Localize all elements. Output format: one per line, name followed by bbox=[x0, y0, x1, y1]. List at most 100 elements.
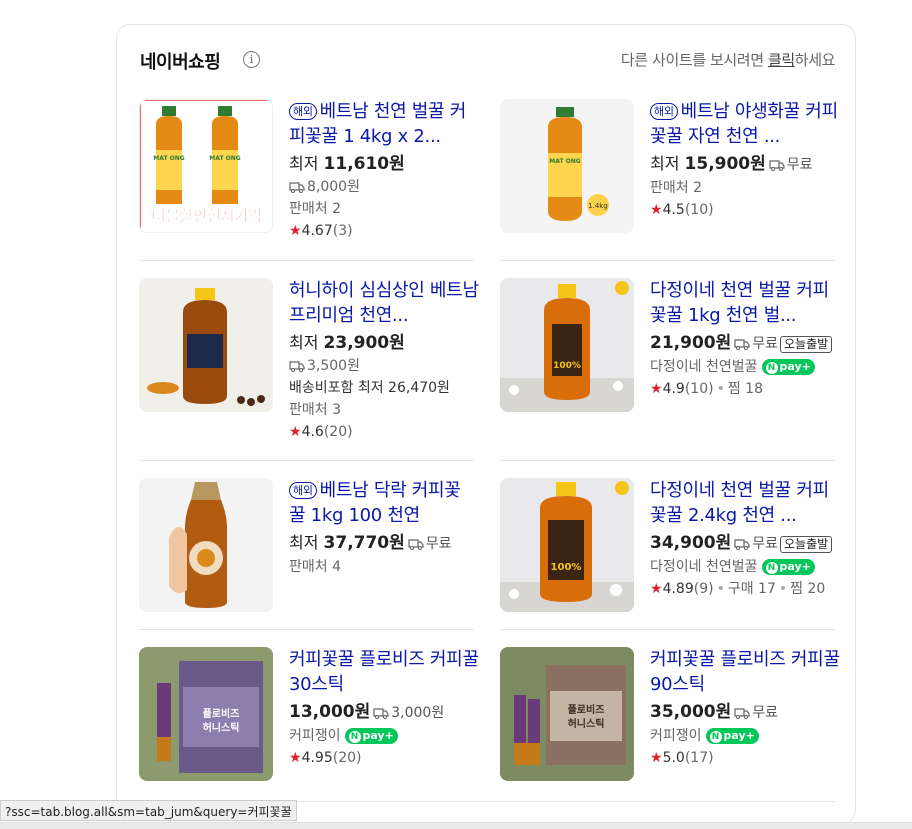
product-item[interactable]: MAT ONG MAT ONG 더블할인현지가격 해외 베트남 천연 벌꿀 커피꽃… bbox=[139, 99, 477, 249]
same-day-shipping-tag: 오늘출발 bbox=[780, 536, 833, 553]
info-icon[interactable]: i bbox=[243, 51, 260, 68]
product-thumbnail[interactable] bbox=[139, 278, 273, 412]
product-title-link[interactable]: 허니하이 심심상인 베트남 프리미엄 천연... bbox=[289, 278, 479, 328]
row-divider bbox=[500, 260, 835, 261]
price-prefix: 최저 bbox=[289, 333, 324, 352]
npay-n-icon: N bbox=[348, 731, 361, 743]
shipping-fee: 무료 bbox=[786, 157, 813, 173]
review-count[interactable]: (20) bbox=[333, 750, 362, 766]
review-count[interactable]: (9) bbox=[694, 581, 714, 597]
section-title: 네이버쇼핑 bbox=[140, 52, 221, 73]
price-value: 23,900원 bbox=[323, 333, 405, 353]
shipping-fee: 3,500원 bbox=[307, 358, 360, 374]
shipping-fee: 무료 bbox=[425, 536, 452, 552]
shipping-fee: 무료 bbox=[752, 536, 779, 552]
row-divider bbox=[500, 629, 835, 630]
seller-name[interactable]: 커피쟁이 bbox=[650, 728, 702, 744]
wish-count: 찜 20 bbox=[790, 581, 826, 597]
price-row: 34,900원 무료 오늘출발 bbox=[650, 531, 840, 556]
row-divider bbox=[139, 260, 474, 261]
seller-name[interactable]: 다정이네 천연벌꿀 bbox=[650, 559, 758, 575]
horizontal-scrollbar[interactable] bbox=[0, 822, 912, 829]
shipping-fee: 무료 bbox=[752, 705, 779, 721]
honey-stick-box-image: 플로비즈 허니스틱 bbox=[139, 647, 273, 781]
rating-value: 4.9 bbox=[662, 381, 685, 397]
honey-bottle-hand-image bbox=[139, 478, 273, 612]
npay-n-icon: N bbox=[765, 562, 778, 574]
shipping-included-price: 배송비포함 최저 26,470원 bbox=[289, 380, 450, 396]
product-thumbnail[interactable]: 100% bbox=[500, 278, 634, 412]
price-value: 35,000원 bbox=[650, 702, 732, 722]
review-count[interactable]: (10) bbox=[685, 202, 714, 218]
sellers-count[interactable]: 판매처 2 bbox=[650, 177, 840, 199]
sellers-count[interactable]: 판매처 2 bbox=[289, 198, 479, 220]
star-icon: ★ bbox=[289, 750, 302, 766]
product-thumbnail[interactable] bbox=[139, 478, 273, 612]
price-row: 최저 37,770원 무료 bbox=[289, 531, 479, 556]
naver-shopping-card: 네이버쇼핑 i 다른 사이트를 보시려면 클릭하세요 MAT ONG MAT O… bbox=[116, 24, 856, 824]
product-title[interactable]: 베트남 야생화꿀 커피꽃꿀 자연 천연 ... bbox=[650, 101, 838, 147]
rating-row: ★4.6(20) bbox=[289, 421, 479, 443]
honey-bottle-image: MAT ONG 1.4kg bbox=[500, 99, 634, 233]
row-divider bbox=[139, 460, 474, 461]
rating-row: ★4.89(9) • 구매 17 • 찜 20 bbox=[650, 581, 826, 597]
product-thumbnail[interactable]: MAT ONG 1.4kg bbox=[500, 99, 634, 233]
honey-bottle-image: 100% bbox=[500, 478, 634, 612]
review-count[interactable]: (10) bbox=[685, 381, 714, 397]
sellers-count[interactable]: 판매처 3 bbox=[289, 399, 479, 421]
svg-text:MAT ONG: MAT ONG bbox=[549, 158, 580, 165]
product-thumbnail[interactable]: 플로비즈 허니스틱 bbox=[139, 647, 273, 781]
row-divider bbox=[500, 460, 835, 461]
product-item[interactable]: 해외 베트남 닥락 커피꽃 꿀 1kg 100 천연 최저 37,770원 무료 판… bbox=[139, 478, 477, 628]
product-thumbnail[interactable]: MAT ONG MAT ONG 더블할인현지가격 bbox=[139, 99, 273, 233]
notice-click-link[interactable]: 클릭 bbox=[768, 51, 795, 69]
product-title-link[interactable]: 해외 베트남 야생화꿀 커피꽃꿀 자연 천연 ... bbox=[650, 99, 840, 149]
product-title-link[interactable]: 커피꽃꿀 플로비즈 커피꿀 90스틱 bbox=[650, 647, 840, 697]
svg-text:MAT ONG: MAT ONG bbox=[209, 155, 240, 162]
star-icon: ★ bbox=[289, 223, 302, 239]
seller-name[interactable]: 커피쟁이 bbox=[289, 728, 341, 744]
rating-row: ★5.0(17) bbox=[650, 747, 840, 769]
truck-icon bbox=[734, 539, 750, 550]
product-item[interactable]: 허니하이 심심상인 베트남 프리미엄 천연... 최저 23,900원 3,50… bbox=[139, 278, 479, 440]
price-value: 13,000원 bbox=[289, 702, 371, 722]
truck-icon bbox=[734, 339, 750, 350]
product-item[interactable]: MAT ONG 1.4kg 해외 베트남 야생화꿀 커피꽃꿀 자연 천연 ... … bbox=[500, 99, 838, 249]
seller-name[interactable]: 다정이네 천연벌꿀 bbox=[650, 359, 758, 375]
honey-stick-box-image: 플로비즈 허니스틱 bbox=[500, 647, 634, 781]
star-icon: ★ bbox=[650, 381, 663, 397]
sellers-count[interactable]: 판매처 4 bbox=[289, 556, 479, 578]
rating-value: 4.6 bbox=[301, 424, 324, 440]
notice-prefix: 다른 사이트를 보시려면 bbox=[620, 51, 768, 69]
star-icon: ★ bbox=[650, 581, 663, 597]
product-title-link[interactable]: 다정이네 천연 벌꿀 커피꽃꿀 2.4kg 천연 ... bbox=[650, 478, 840, 528]
product-item[interactable]: 플로비즈 허니스틱 커피꽃꿀 플로비즈 커피꿀 30스틱 13,000원 3,00… bbox=[139, 647, 479, 797]
seller-row: 커피쟁이 Npay+ bbox=[289, 725, 479, 747]
review-count[interactable]: (3) bbox=[333, 223, 353, 239]
browser-status-url: ?ssc=tab.blog.all&sm=tab_jum&query=커피꽃꿀 bbox=[0, 800, 297, 821]
product-title-link[interactable]: 해외 베트남 닥락 커피꽃 꿀 1kg 100 천연 bbox=[289, 478, 479, 528]
product-title-link[interactable]: 다정이네 천연 벌꿀 커피꽃꿀 1kg 천연 벌... bbox=[650, 278, 840, 328]
product-thumbnail[interactable]: 플로비즈 허니스틱 bbox=[500, 647, 634, 781]
price-row: 최저 15,900원 무료 bbox=[650, 152, 840, 177]
product-item[interactable]: 플로비즈 허니스틱 커피꽃꿀 플로비즈 커피꿀 90스틱 35,000원 무료 커… bbox=[500, 647, 840, 797]
price-value: 21,900원 bbox=[650, 333, 732, 353]
rating-value: 4.95 bbox=[301, 750, 333, 766]
honey-bottle-pair-image: MAT ONG MAT ONG 더블할인현지가격 bbox=[140, 100, 272, 232]
product-item[interactable]: 100% 다정이네 천연 벌꿀 커피꽃꿀 1kg 천연 벌... 21,900원… bbox=[500, 278, 838, 428]
svg-text:허니스틱: 허니스틱 bbox=[203, 721, 240, 734]
truck-icon bbox=[289, 361, 305, 372]
product-thumbnail[interactable]: 100% bbox=[500, 478, 634, 612]
star-icon: ★ bbox=[650, 750, 663, 766]
shipping-fee: 8,000원 bbox=[307, 179, 360, 195]
product-title-link[interactable]: 커피꽃꿀 플로비즈 커피꿀 30스틱 bbox=[289, 647, 479, 697]
product-item[interactable]: 100% 다정이네 천연 벌꿀 커피꽃꿀 2.4kg 천연 ... 34,900… bbox=[500, 478, 838, 628]
product-title-link[interactable]: 해외 베트남 천연 벌꿀 커피꽃꿀 1 4kg x 2... bbox=[289, 99, 479, 149]
rating-row: ★4.95(20) bbox=[289, 747, 479, 769]
shipping-fee: 무료 bbox=[752, 336, 779, 352]
price-row: 21,900원 무료 오늘출발 bbox=[650, 331, 840, 356]
svg-text:허니스틱: 허니스틱 bbox=[568, 717, 605, 730]
review-count[interactable]: (20) bbox=[324, 424, 353, 440]
review-count[interactable]: (17) bbox=[685, 750, 714, 766]
svg-text:더블할인현지가격: 더블할인현지가격 bbox=[152, 207, 262, 225]
